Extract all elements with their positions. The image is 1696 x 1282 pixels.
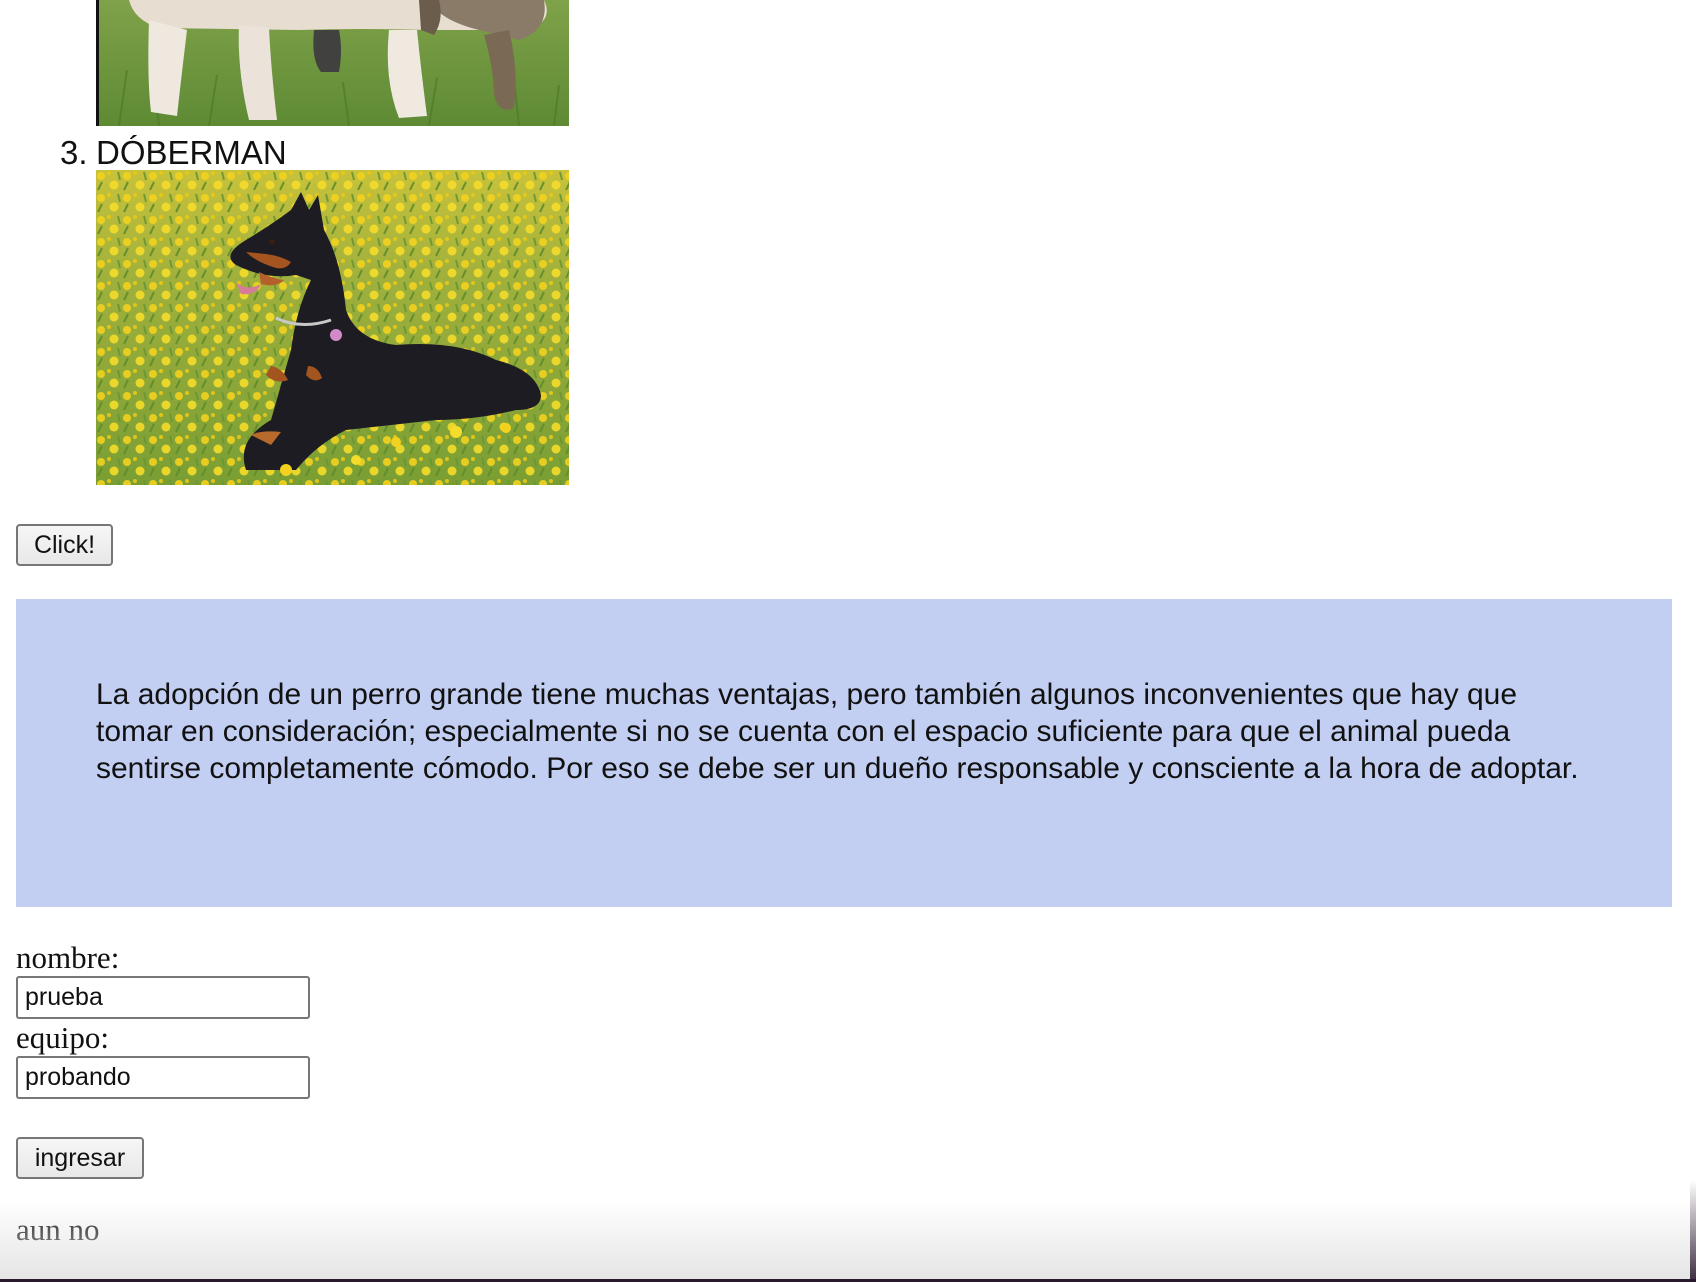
list-item-doberman: 3. DÓBERMAN (60, 133, 287, 173)
doberman-image (96, 170, 569, 485)
info-panel: La adopción de un perro grande tiene muc… (16, 599, 1672, 907)
window-bottom-shadow (0, 1200, 1696, 1282)
equipo-input[interactable] (16, 1056, 310, 1099)
equipo-label: equipo: (16, 1020, 109, 1055)
click-button[interactable]: Click! (16, 524, 113, 566)
ingresar-button[interactable]: ingresar (16, 1137, 144, 1179)
status-text: aun no (16, 1212, 100, 1247)
nombre-label: nombre: (16, 940, 120, 975)
window-corner-edge (1690, 1180, 1696, 1282)
previous-dog-image (96, 0, 569, 126)
adoption-info-text: La adopción de un perro grande tiene muc… (96, 678, 1579, 785)
list-item-number: 3. (60, 134, 88, 171)
list-item-title: DÓBERMAN (96, 134, 287, 171)
nombre-input[interactable] (16, 976, 310, 1019)
